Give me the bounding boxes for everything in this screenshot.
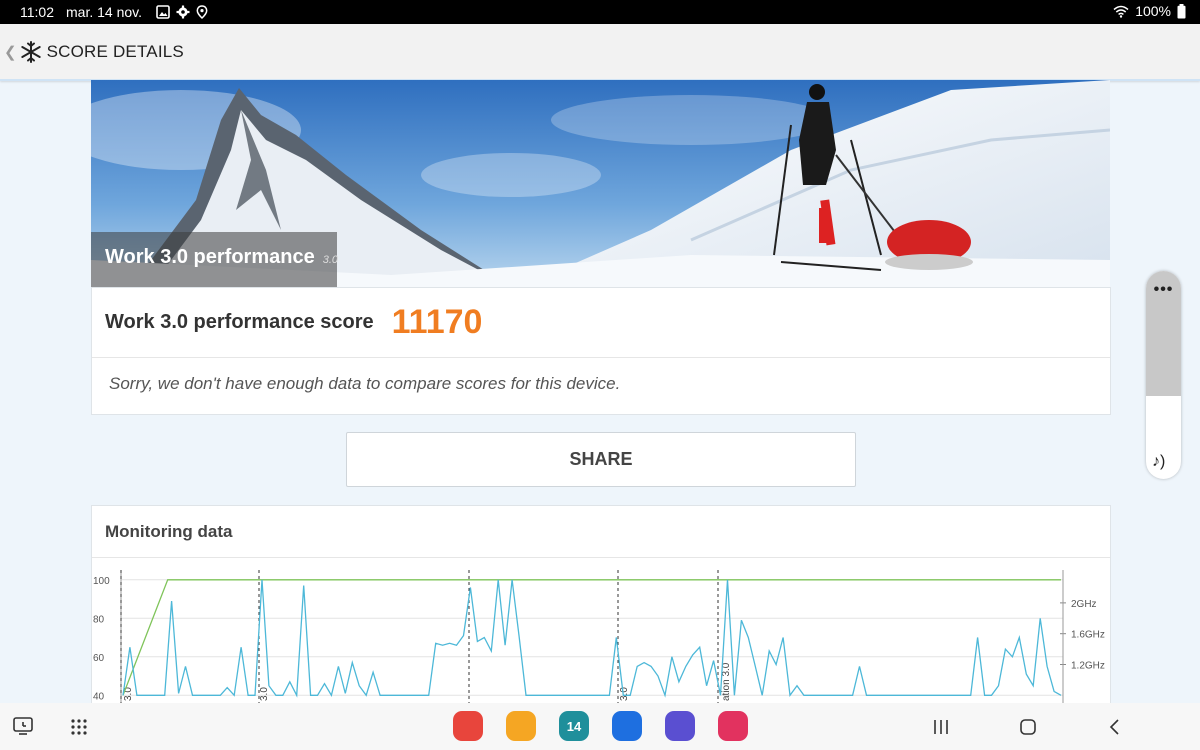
snowflake-icon	[20, 40, 41, 63]
location-icon	[196, 5, 208, 19]
series-line-blue	[122, 579, 1062, 698]
score-label: Work 3.0 performance score	[105, 311, 374, 333]
y-tick-label: 100	[93, 576, 110, 587]
recents-button[interactable]	[930, 716, 952, 738]
phase-marker-label: 3.0	[259, 687, 270, 701]
status-bar: 11:02 mar. 14 nov. 100%	[0, 0, 1200, 24]
wifi-icon	[1113, 5, 1129, 18]
score-value: 11170	[391, 303, 483, 341]
y-tick-label: 60	[93, 653, 105, 664]
y-right-tick-label: 2GHz	[1071, 599, 1097, 610]
notes-app-icon[interactable]	[453, 711, 483, 741]
calendar-date-label: 14	[566, 718, 582, 734]
camera-app-icon[interactable]	[718, 711, 748, 741]
gear-icon	[176, 5, 190, 19]
status-date: mar. 14 nov.	[66, 4, 143, 20]
phase-marker-label: 3.0	[619, 687, 630, 701]
navigation-bar: 14	[0, 703, 1200, 750]
compare-message: Sorry, we don't have enough data to comp…	[109, 374, 621, 393]
gallery-icon	[156, 5, 170, 19]
home-button[interactable]	[1017, 716, 1039, 738]
monitoring-title: Monitoring data	[105, 521, 233, 541]
messages-app-icon[interactable]	[612, 711, 642, 741]
sound-icon[interactable]: ♪)	[1152, 453, 1165, 471]
y-right-tick-label: 1.2GHz	[1071, 660, 1105, 671]
more-dots-icon[interactable]: •••	[1146, 281, 1181, 299]
back-icon[interactable]: ❮	[4, 43, 17, 61]
hero-title-text: Work 3.0 performance	[105, 246, 315, 268]
volume-panel[interactable]: ••• ♪)	[1146, 271, 1181, 479]
phase-marker-label: 3.0	[123, 687, 134, 701]
share-button[interactable]: SHARE	[346, 432, 856, 487]
app-drawer-icon[interactable]	[68, 716, 90, 738]
calendar-app-icon[interactable]: 14	[559, 711, 589, 741]
battery-icon	[1177, 3, 1186, 18]
hero-title: Work 3.0 performance 3.0	[105, 246, 338, 269]
app-bar: ❮ SCORE DETAILS	[0, 24, 1200, 81]
back-button[interactable]	[1104, 716, 1126, 738]
page-title: SCORE DETAILS	[46, 41, 184, 61]
files-app-icon[interactable]	[506, 711, 536, 741]
monitoring-chart: 1008060402GHz1.6GHz1.2GHz3.0 3.0 3.0 ation …	[93, 570, 1105, 703]
score-card: Work 3.0 performance score 11170 Sorry, …	[91, 287, 1111, 415]
y-right-tick-label: 1.6GHz	[1071, 630, 1105, 641]
y-tick-label: 80	[93, 614, 105, 625]
monitoring-header: Monitoring data	[92, 506, 1110, 558]
hero-version: 3.0	[322, 254, 339, 266]
y-tick-label: 40	[93, 691, 105, 702]
recent-screens-icon[interactable]	[11, 714, 35, 738]
internet-app-icon[interactable]	[665, 711, 695, 741]
status-time: 11:02	[20, 4, 54, 20]
battery-percent: 100%	[1135, 3, 1171, 19]
score-row: Work 3.0 performance score 11170	[92, 288, 1110, 358]
